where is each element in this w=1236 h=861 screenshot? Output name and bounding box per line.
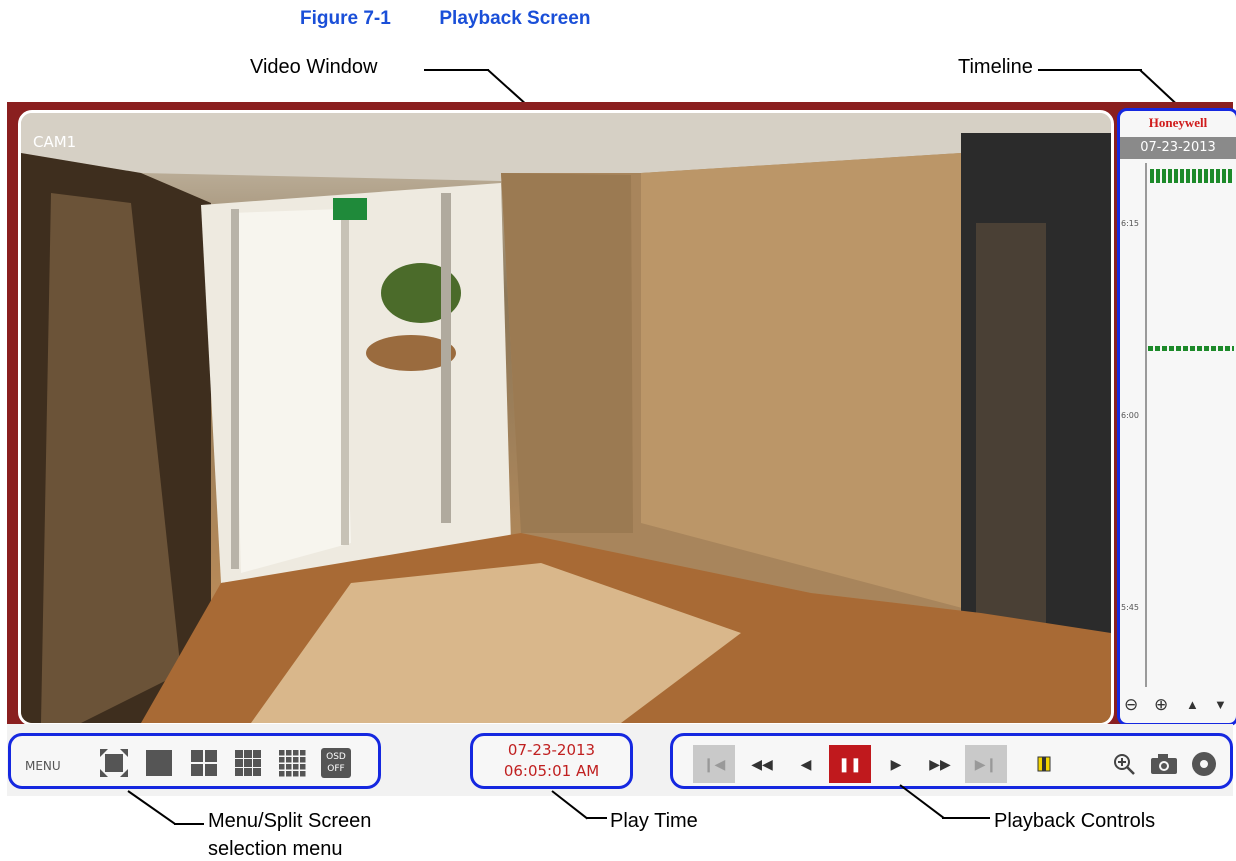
figure-caption: Playback Screen	[439, 8, 591, 29]
digital-zoom-button[interactable]	[1103, 745, 1145, 783]
camera-label: CAM1	[33, 133, 77, 151]
zoom-in-icon	[1114, 754, 1135, 775]
leader-line	[174, 823, 204, 825]
timeline-panel[interactable]: Honeywell 07-23-2013 6:15 6:00 5:45 ⊖ ⊕ …	[1117, 108, 1236, 726]
timeline-tick: 6:15	[1121, 219, 1139, 228]
snapshot-button[interactable]	[1143, 745, 1185, 783]
timeline-tick: 5:45	[1121, 603, 1139, 612]
leader-line	[587, 817, 607, 819]
split-16-icon[interactable]	[277, 748, 307, 778]
play-icon: ▶	[890, 755, 902, 772]
bookmark-button[interactable]	[1023, 745, 1065, 783]
fast-forward-icon: ▶▶	[929, 755, 951, 772]
leader-line	[942, 817, 990, 819]
reverse-play-icon: ◀	[800, 755, 812, 772]
fast-rewind-button[interactable]: ◀◀	[741, 745, 783, 783]
disc-icon	[1192, 752, 1216, 776]
play-date: 07-23-2013	[507, 741, 596, 759]
bookmark-icon	[1037, 756, 1051, 772]
video-window[interactable]: CAM1	[18, 110, 1114, 726]
fullscreen-icon[interactable]	[99, 748, 129, 778]
timeline-date: 07-23-2013	[1120, 137, 1236, 159]
step-back-icon: ❙◀	[702, 755, 726, 772]
callout-menu-split-line1: Menu/Split Screen	[208, 810, 372, 832]
leader-line	[424, 69, 489, 71]
zoom-out-icon[interactable]: ⊖	[1124, 695, 1138, 715]
triangle-up-icon[interactable]: ▲	[1186, 695, 1199, 715]
timeline-axis	[1145, 163, 1147, 687]
fast-forward-button[interactable]: ▶▶	[919, 745, 961, 783]
recording-segment[interactable]	[1150, 169, 1232, 183]
brand-logo: Honeywell	[1148, 115, 1208, 130]
callout-video-window: Video Window	[250, 56, 378, 78]
play-clock: 06:05:01 AM	[503, 762, 600, 780]
osd-label: OSD	[326, 752, 346, 762]
pause-button[interactable]: ❚❚	[829, 745, 871, 783]
split-4-icon[interactable]	[189, 748, 219, 778]
osd-toggle-button[interactable]: OSD OFF	[321, 748, 351, 778]
camera-image	[21, 113, 1111, 723]
split-9-icon[interactable]	[233, 748, 263, 778]
timeline-tick: 6:00	[1121, 411, 1139, 420]
menu-button[interactable]: MENU	[25, 759, 61, 773]
leader-line	[1038, 69, 1142, 71]
backup-button[interactable]	[1183, 745, 1225, 783]
recording-segment[interactable]	[1148, 346, 1234, 351]
osd-state: OFF	[327, 764, 345, 774]
step-forward-button[interactable]: ▶❙	[965, 745, 1007, 783]
camera-icon	[1151, 754, 1177, 774]
figure-number: Figure 7-1	[300, 8, 391, 29]
leader-line	[1139, 69, 1178, 105]
pause-icon: ❚❚	[838, 755, 862, 772]
callout-play-time: Play Time	[610, 810, 698, 832]
triangle-down-icon[interactable]: ▼	[1214, 695, 1227, 715]
zoom-in-icon[interactable]: ⊕	[1154, 695, 1168, 715]
callout-timeline: Timeline	[958, 56, 1033, 78]
callout-menu-split-line2: selection menu	[208, 838, 343, 860]
play-time-display: 07-23-2013 06:05:01 AM	[470, 733, 633, 789]
step-back-button[interactable]: ❙◀	[693, 745, 735, 783]
step-forward-icon: ▶❙	[974, 755, 998, 772]
callout-playback-controls: Playback Controls	[994, 810, 1156, 832]
play-button[interactable]: ▶	[875, 745, 917, 783]
playback-controls: ❙◀ ◀◀ ◀ ❚❚ ▶ ▶▶ ▶❙	[670, 733, 1233, 789]
split-1-icon[interactable]	[144, 748, 174, 778]
figure-title: Figure 7-1 Playback Screen	[300, 8, 590, 30]
reverse-play-button[interactable]: ◀	[785, 745, 827, 783]
fast-rewind-icon: ◀◀	[751, 755, 773, 772]
menu-split-toolbar: MENU OSD OFF	[8, 733, 381, 789]
